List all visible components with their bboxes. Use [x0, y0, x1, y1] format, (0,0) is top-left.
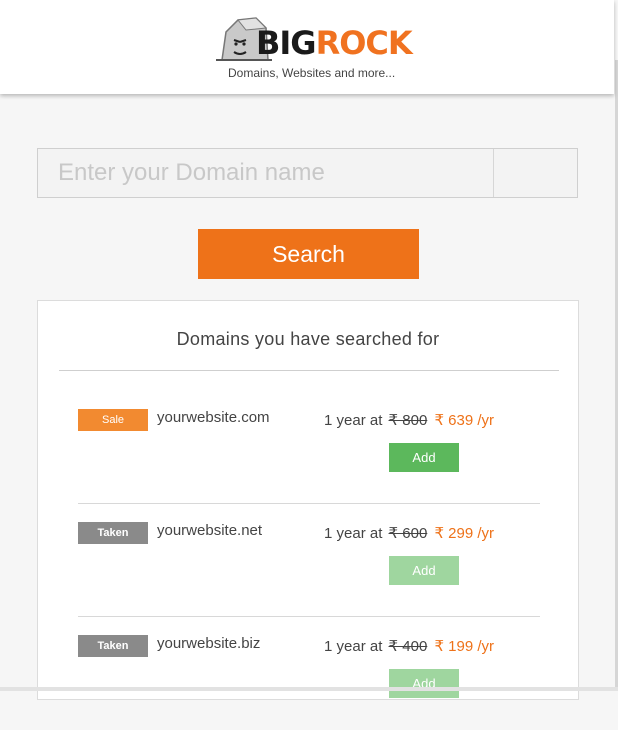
result-row: Taken yourwebsite.biz 1 year at ₹ 400 ₹ … — [78, 617, 540, 730]
old-price: ₹ 800 — [388, 412, 428, 429]
window-bottom-edge — [0, 687, 618, 691]
search-button[interactable]: Search — [198, 229, 419, 279]
status-badge: Sale — [78, 409, 148, 431]
price-line: 1 year at ₹ 800 ₹ 639 /yr — [324, 411, 494, 429]
new-price: ₹ 299 /yr — [434, 525, 495, 542]
add-to-cart-button[interactable]: Add — [389, 669, 459, 698]
price-line: 1 year at ₹ 400 ₹ 199 /yr — [324, 637, 494, 655]
domain-name: yourwebsite.net — [157, 522, 263, 539]
search-results-panel: Domains you have searched for Sale yourw… — [37, 300, 579, 700]
new-price: ₹ 199 /yr — [434, 638, 495, 655]
result-row: Taken yourwebsite.net 1 year at ₹ 600 ₹ … — [78, 504, 540, 617]
old-price: ₹ 400 — [388, 638, 428, 655]
domain-search-input[interactable] — [38, 149, 494, 197]
tld-select[interactable] — [494, 149, 577, 197]
new-price: ₹ 639 /yr — [434, 412, 495, 429]
status-badge: Taken — [78, 522, 148, 544]
domain-search-box — [37, 148, 578, 198]
logo-wordmark: BIGROCK — [256, 24, 413, 62]
domain-name: yourwebsite.com — [157, 409, 270, 426]
result-row: Sale yourwebsite.com 1 year at ₹ 800 ₹ 6… — [78, 391, 540, 504]
domain-name: yourwebsite.biz — [157, 635, 261, 652]
site-header: BIGROCK Domains, Websites and more... — [0, 0, 614, 94]
logo-word-big: BIG — [256, 24, 317, 62]
status-badge: Taken — [78, 635, 148, 657]
logo-word-rock: ROCK — [315, 24, 413, 62]
term-label: 1 year at — [324, 412, 383, 429]
term-label: 1 year at — [324, 638, 383, 655]
results-title: Domains you have searched for — [176, 329, 440, 349]
add-to-cart-button[interactable]: Add — [389, 556, 459, 585]
logo-tagline: Domains, Websites and more... — [228, 66, 396, 80]
old-price: ₹ 600 — [388, 525, 428, 542]
price-line: 1 year at ₹ 600 ₹ 299 /yr — [324, 524, 494, 542]
add-to-cart-button[interactable]: Add — [389, 443, 459, 472]
term-label: 1 year at — [324, 525, 383, 542]
bigrock-logo[interactable]: BIGROCK Domains, Websites and more... — [214, 14, 418, 84]
divider — [59, 370, 559, 371]
